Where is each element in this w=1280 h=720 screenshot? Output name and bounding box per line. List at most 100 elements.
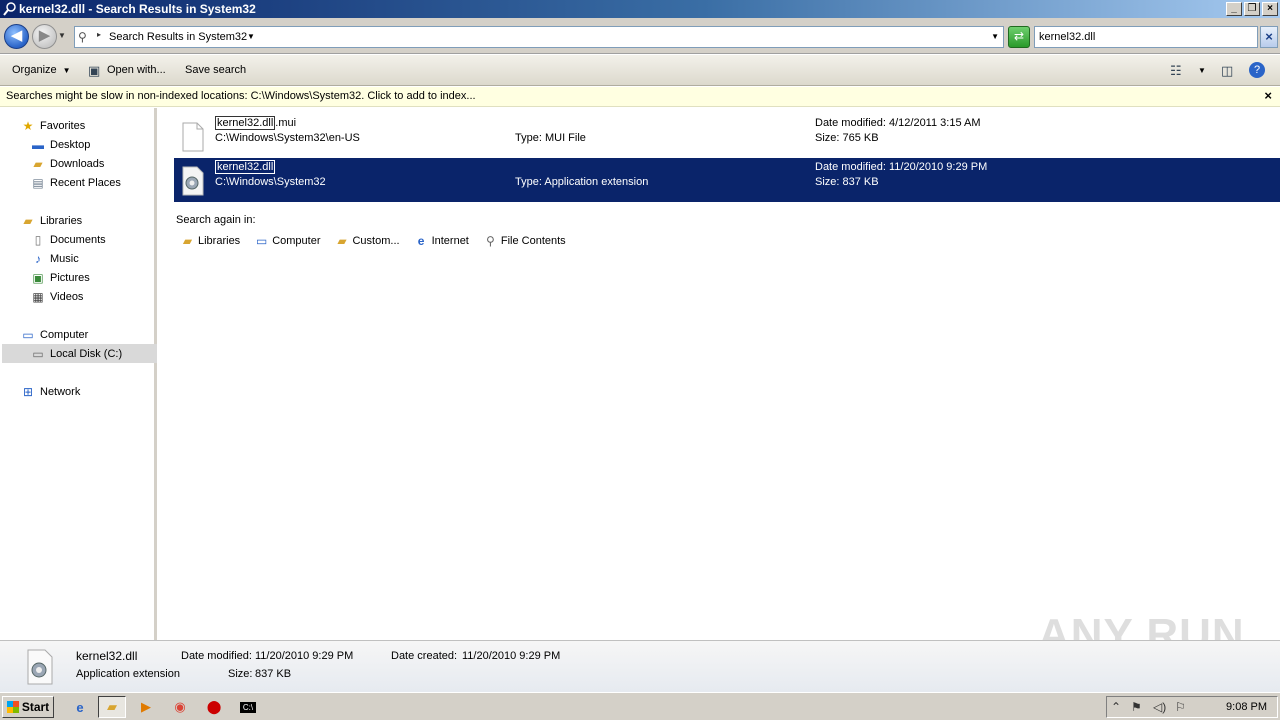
- result-size: Size: 765 KB: [815, 132, 879, 144]
- command-prompt-icon[interactable]: C:\: [234, 696, 262, 718]
- details-created-value[interactable]: 11/20/2010 9:29 PM: [462, 650, 560, 662]
- result-type: Type: MUI File: [515, 132, 586, 144]
- windows-logo-icon: [6, 701, 19, 713]
- explorer-taskbar-button[interactable]: ▰: [98, 696, 126, 718]
- nav-local-disk[interactable]: ▭ Local Disk (C:): [30, 345, 122, 362]
- back-arrow-icon: ◀: [10, 27, 23, 44]
- open-with-icon: ▣: [88, 63, 101, 78]
- internet-explorer-icon: e: [417, 234, 425, 248]
- downloads-folder-icon: ▰: [33, 156, 43, 171]
- search-again-custom-label: Custom...: [352, 235, 400, 247]
- recent-places-icon: ▤: [32, 175, 44, 190]
- search-again-computer[interactable]: ▭ Computer: [254, 234, 320, 248]
- start-button[interactable]: Start: [2, 696, 54, 718]
- show-hidden-icons[interactable]: ⌃: [1111, 700, 1121, 714]
- volume-icon[interactable]: ◁): [1153, 700, 1166, 714]
- result-size: Size: 837 KB: [815, 176, 879, 188]
- restore-button[interactable]: ❐: [1244, 2, 1260, 16]
- search-again-file-contents-label: File Contents: [500, 235, 566, 247]
- nav-favorites[interactable]: ★ Favorites: [20, 117, 86, 134]
- refresh-icon: ⇄: [1013, 29, 1025, 43]
- view-options-dropdown[interactable]: ▼: [1198, 66, 1206, 75]
- result-name-match: kernel32.dll: [215, 116, 276, 130]
- nav-local-disk-label: Local Disk (C:): [50, 347, 123, 360]
- back-button[interactable]: ◀: [4, 24, 29, 49]
- address-bar[interactable]: ⚲ ▸ Search Results in System32 ▼ ▼: [74, 26, 1004, 48]
- search-box[interactable]: [1034, 26, 1258, 48]
- breadcrumb-separator[interactable]: ▸: [97, 30, 101, 39]
- search-again-internet[interactable]: e Internet: [414, 234, 469, 248]
- chrome-icon[interactable]: ◉: [166, 696, 194, 718]
- dll-gear-icon: [27, 649, 53, 685]
- nav-music[interactable]: ♪ Music: [30, 250, 79, 267]
- recent-pages-dropdown[interactable]: ▼: [58, 31, 66, 40]
- nav-computer[interactable]: ▭ Computer: [20, 326, 88, 343]
- help-icon[interactable]: ?: [1249, 62, 1265, 78]
- clock[interactable]: 9:08 PM: [1226, 701, 1267, 713]
- computer-icon: ▭: [256, 234, 268, 248]
- close-icon: ×: [1265, 29, 1273, 44]
- media-player-icon[interactable]: ▶: [132, 696, 160, 718]
- file-contents-icon: ⚲: [485, 234, 495, 248]
- result-name: kernel32.dll: [215, 160, 276, 174]
- minimize-button[interactable]: _: [1226, 2, 1242, 16]
- folder-icon: ▰: [107, 699, 117, 714]
- breadcrumb-search-results[interactable]: Search Results in System32: [109, 31, 247, 43]
- network-tray-icon[interactable]: ⚐: [1175, 700, 1186, 714]
- search-again-libraries-label: Libraries: [198, 235, 241, 247]
- search-again-custom[interactable]: ▰ Custom...: [334, 234, 399, 248]
- search-again-libraries[interactable]: ▰ Libraries: [180, 234, 240, 248]
- search-input[interactable]: [1039, 28, 1249, 46]
- nav-downloads-label: Downloads: [50, 157, 105, 170]
- nav-music-label: Music: [50, 252, 79, 265]
- details-modified-value[interactable]: 11/20/2010 9:29 PM: [255, 650, 353, 662]
- result-row[interactable]: kernel32.dll .mui C:\Windows\System32\en-…: [174, 114, 1280, 158]
- open-with-button[interactable]: Open with...: [107, 64, 166, 76]
- internet-explorer-icon[interactable]: e: [66, 696, 94, 718]
- preview-pane-icon[interactable]: ◫: [1221, 63, 1233, 79]
- nav-desktop[interactable]: ▬ Desktop: [30, 136, 90, 153]
- organize-button[interactable]: Organize ▼: [12, 64, 71, 76]
- nav-documents[interactable]: ▯ Documents: [30, 231, 106, 248]
- breadcrumb-dropdown[interactable]: ▼: [247, 32, 255, 41]
- dll-gear-icon: [182, 166, 204, 196]
- result-type: Type: Application extension: [515, 176, 649, 188]
- nav-libraries-label: Libraries: [40, 214, 83, 227]
- opera-icon[interactable]: ⬤: [200, 696, 228, 718]
- address-dropdown[interactable]: ▼: [991, 32, 999, 41]
- title-bar: kernel32.dll - Search Results in System3…: [0, 0, 1280, 18]
- nav-downloads[interactable]: ▰ Downloads: [30, 155, 104, 172]
- action-center-icon[interactable]: ⚑: [1131, 700, 1142, 714]
- navigation-pane: ★ Favorites ▬ Desktop ▰ Downloads ▤ Recent P…: [0, 108, 157, 640]
- chevron-down-icon: ▼: [62, 66, 71, 75]
- clear-search-button[interactable]: ×: [1260, 26, 1278, 48]
- system-tray: ⌃ ⚑ ◁) ⚐ 9:08 PM: [1106, 696, 1278, 718]
- libraries-icon: ▰: [23, 213, 33, 228]
- search-folder-icon: [3, 2, 16, 16]
- refresh-button[interactable]: ⇄: [1008, 26, 1030, 48]
- organize-label: Organize: [12, 64, 57, 76]
- change-view-icon[interactable]: ☷: [1170, 63, 1182, 79]
- search-again-file-contents[interactable]: ⚲ File Contents: [483, 234, 566, 248]
- nav-pictures[interactable]: ▣ Pictures: [30, 269, 89, 286]
- search-again-computer-label: Computer: [272, 235, 321, 247]
- result-name: kernel32.dll .mui: [215, 116, 296, 130]
- nav-recent-places[interactable]: ▤ Recent Places: [30, 174, 121, 191]
- details-size-value: 837 KB: [255, 668, 292, 680]
- search-results-pane: kernel32.dll .mui C:\Windows\System32\en-…: [160, 108, 1280, 640]
- nav-libraries[interactable]: ▰ Libraries: [20, 212, 82, 229]
- nav-desktop-label: Desktop: [50, 138, 91, 151]
- hard-drive-icon: ▭: [32, 346, 44, 361]
- infobar-close-icon[interactable]: ×: [1264, 88, 1272, 103]
- result-path: C:\Windows\System32\en-US: [215, 132, 360, 144]
- nav-videos[interactable]: ▦ Videos: [30, 288, 83, 305]
- command-bar: Organize ▼ ▣ Open with... Save search ☷ ▼…: [0, 55, 1280, 86]
- result-row-selected[interactable]: kernel32.dll C:\Windows\System32 Type: A…: [174, 158, 1280, 202]
- forward-button[interactable]: ▶: [32, 24, 57, 49]
- index-infobar[interactable]: Searches might be slow in non-indexed lo…: [0, 87, 1280, 107]
- nav-network[interactable]: ⊞ Network: [20, 383, 80, 400]
- infobar-message[interactable]: Searches might be slow in non-indexed lo…: [6, 90, 476, 102]
- close-button[interactable]: ×: [1262, 2, 1278, 16]
- address-row: ◀ ▶ ▼ ⚲ ▸ Search Results in System32 ▼ ▼…: [0, 18, 1280, 54]
- save-search-button[interactable]: Save search: [185, 64, 246, 76]
